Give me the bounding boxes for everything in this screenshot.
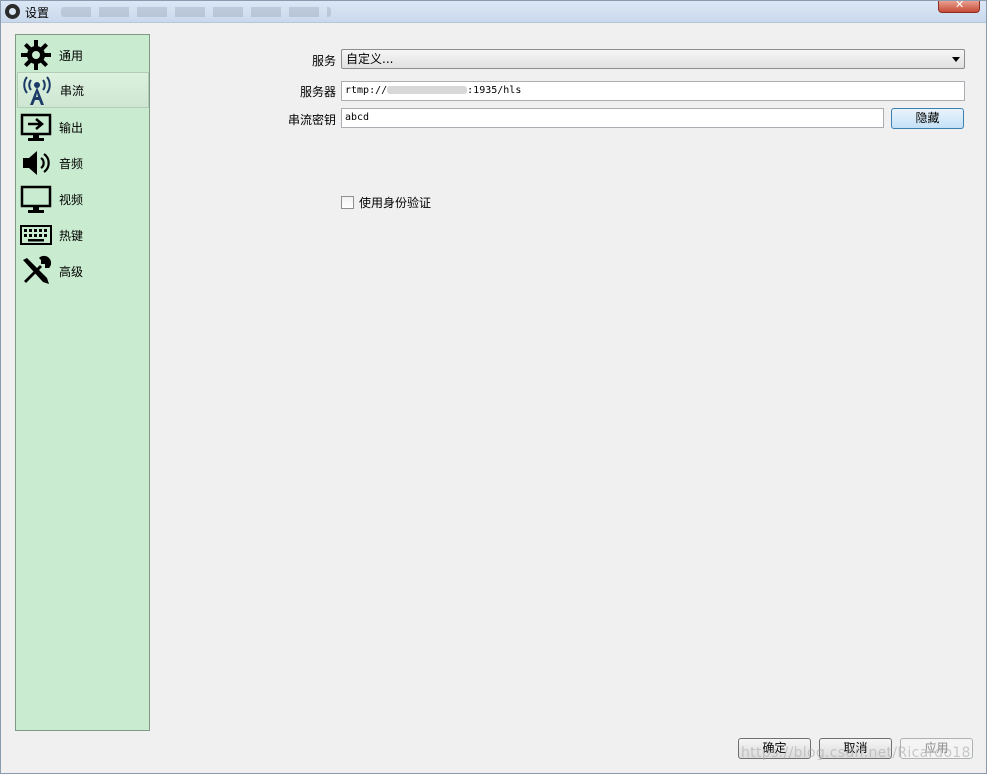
sidebar-item-hotkeys[interactable]: 热键 — [17, 217, 148, 253]
sidebar-item-label: 热键 — [59, 228, 84, 243]
gear-icon — [19, 38, 53, 72]
sidebar-item-label: 音频 — [59, 156, 84, 171]
settings-window: 设置 ✕ 通用 串流 输出 音频 视频 热键 高级 服务 自定义... 服务器 … — [0, 0, 987, 774]
chevron-down-icon — [952, 57, 960, 62]
watermark-text: https://blog.csdn.net/Ricardo18 — [741, 745, 971, 761]
sidebar-item-label: 通用 — [59, 48, 84, 63]
auth-checkbox-row[interactable]: 使用身份验证 — [341, 194, 431, 211]
server-value-prefix: rtmp:// — [345, 85, 388, 96]
sidebar-item-label: 视频 — [59, 192, 84, 207]
service-label: 服务 — [311, 54, 336, 68]
close-icon: ✕ — [955, 0, 965, 11]
service-value: 自定义... — [346, 52, 394, 66]
sidebar-item-general[interactable]: 通用 — [17, 37, 148, 73]
output-monitor-icon — [19, 110, 53, 144]
settings-sidebar: 通用 串流 输出 音频 视频 热键 高级 — [15, 34, 150, 731]
blurred-title-region — [61, 7, 331, 17]
server-label: 服务器 — [299, 85, 336, 99]
window-title: 设置 — [25, 6, 50, 20]
server-input[interactable]: rtmp:// :1935/hls — [341, 81, 965, 101]
sidebar-item-output[interactable]: 输出 — [17, 109, 148, 145]
redacted-address — [387, 86, 468, 94]
service-dropdown[interactable]: 自定义... — [341, 49, 965, 69]
title-bar[interactable]: 设置 ✕ — [1, 0, 986, 23]
monitor-icon — [19, 182, 53, 216]
server-value-suffix: :1935/hls — [467, 85, 522, 96]
sidebar-item-stream[interactable]: 串流 — [17, 72, 149, 108]
hide-key-button[interactable]: 隐藏 — [891, 108, 964, 129]
sidebar-item-label: 输出 — [59, 120, 84, 135]
close-button[interactable]: ✕ — [938, 0, 980, 13]
sidebar-item-advanced[interactable]: 高级 — [17, 253, 148, 289]
sidebar-item-audio[interactable]: 音频 — [17, 145, 148, 181]
keyboard-icon — [19, 218, 53, 252]
sidebar-item-label: 高级 — [59, 264, 84, 279]
stream-key-label: 串流密钥 — [287, 113, 336, 127]
obs-logo-icon — [5, 4, 20, 19]
auth-checkbox[interactable] — [341, 196, 354, 209]
sidebar-item-label: 串流 — [60, 83, 85, 98]
sidebar-item-video[interactable]: 视频 — [17, 181, 148, 217]
stream-key-input[interactable]: abcd — [341, 108, 884, 128]
auth-checkbox-label[interactable]: 使用身份验证 — [359, 194, 431, 211]
stream-key-value: abcd — [345, 112, 370, 123]
broadcast-tower-icon — [20, 73, 54, 107]
speaker-icon — [19, 146, 53, 180]
tools-icon — [19, 254, 53, 288]
